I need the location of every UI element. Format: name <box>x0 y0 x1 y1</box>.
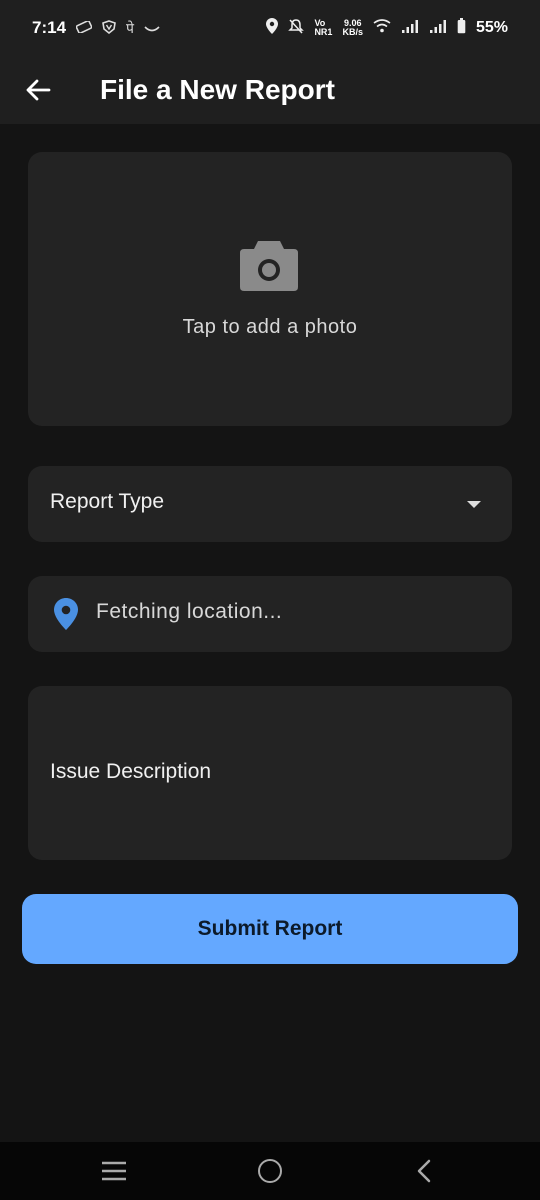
signal-icon-1 <box>401 19 419 38</box>
status-right: Vo NR1 9.06 KB/s 55% <box>266 17 508 39</box>
location-pin-icon <box>54 598 78 630</box>
battery-icon <box>457 17 466 39</box>
home-icon[interactable] <box>258 1159 282 1183</box>
pe-icon: पे <box>126 19 134 36</box>
recent-apps-icon[interactable] <box>100 1160 128 1182</box>
camera-icon <box>240 241 298 291</box>
ticket-icon <box>75 20 93 36</box>
dropdown-arrow-icon <box>467 501 481 508</box>
status-bar: 7:14 पे Vo NR1 9.06 KB/s 55% <box>0 0 540 56</box>
nav-back-icon[interactable] <box>414 1159 434 1183</box>
status-left: 7:14 पे <box>32 18 160 38</box>
location-status-text: Fetching location... <box>96 600 283 623</box>
report-type-label: Report Type <box>50 490 165 513</box>
battery-percent: 55% <box>475 19 508 36</box>
shield-v-icon <box>102 19 116 37</box>
wifi-icon <box>373 18 391 38</box>
app-bar: File a New Report <box>0 56 540 124</box>
back-button[interactable] <box>10 62 66 118</box>
add-photo-label: Tap to add a photo <box>182 316 358 338</box>
issue-description-label: Issue Description <box>50 760 212 783</box>
location-status-icon <box>266 17 279 39</box>
volte-indicator: Vo NR1 <box>314 18 333 37</box>
status-time: 7:14 <box>32 18 67 37</box>
mute-icon <box>288 18 305 39</box>
signal-icon-2 <box>429 19 447 38</box>
smile-icon <box>144 20 160 36</box>
arrow-left-icon <box>26 79 51 101</box>
submit-report-label: Submit Report <box>197 917 343 940</box>
submit-report-button[interactable]: Submit Report <box>22 894 518 964</box>
page-title: File a New Report <box>100 74 335 105</box>
network-speed: 9.06 KB/s <box>342 18 363 37</box>
